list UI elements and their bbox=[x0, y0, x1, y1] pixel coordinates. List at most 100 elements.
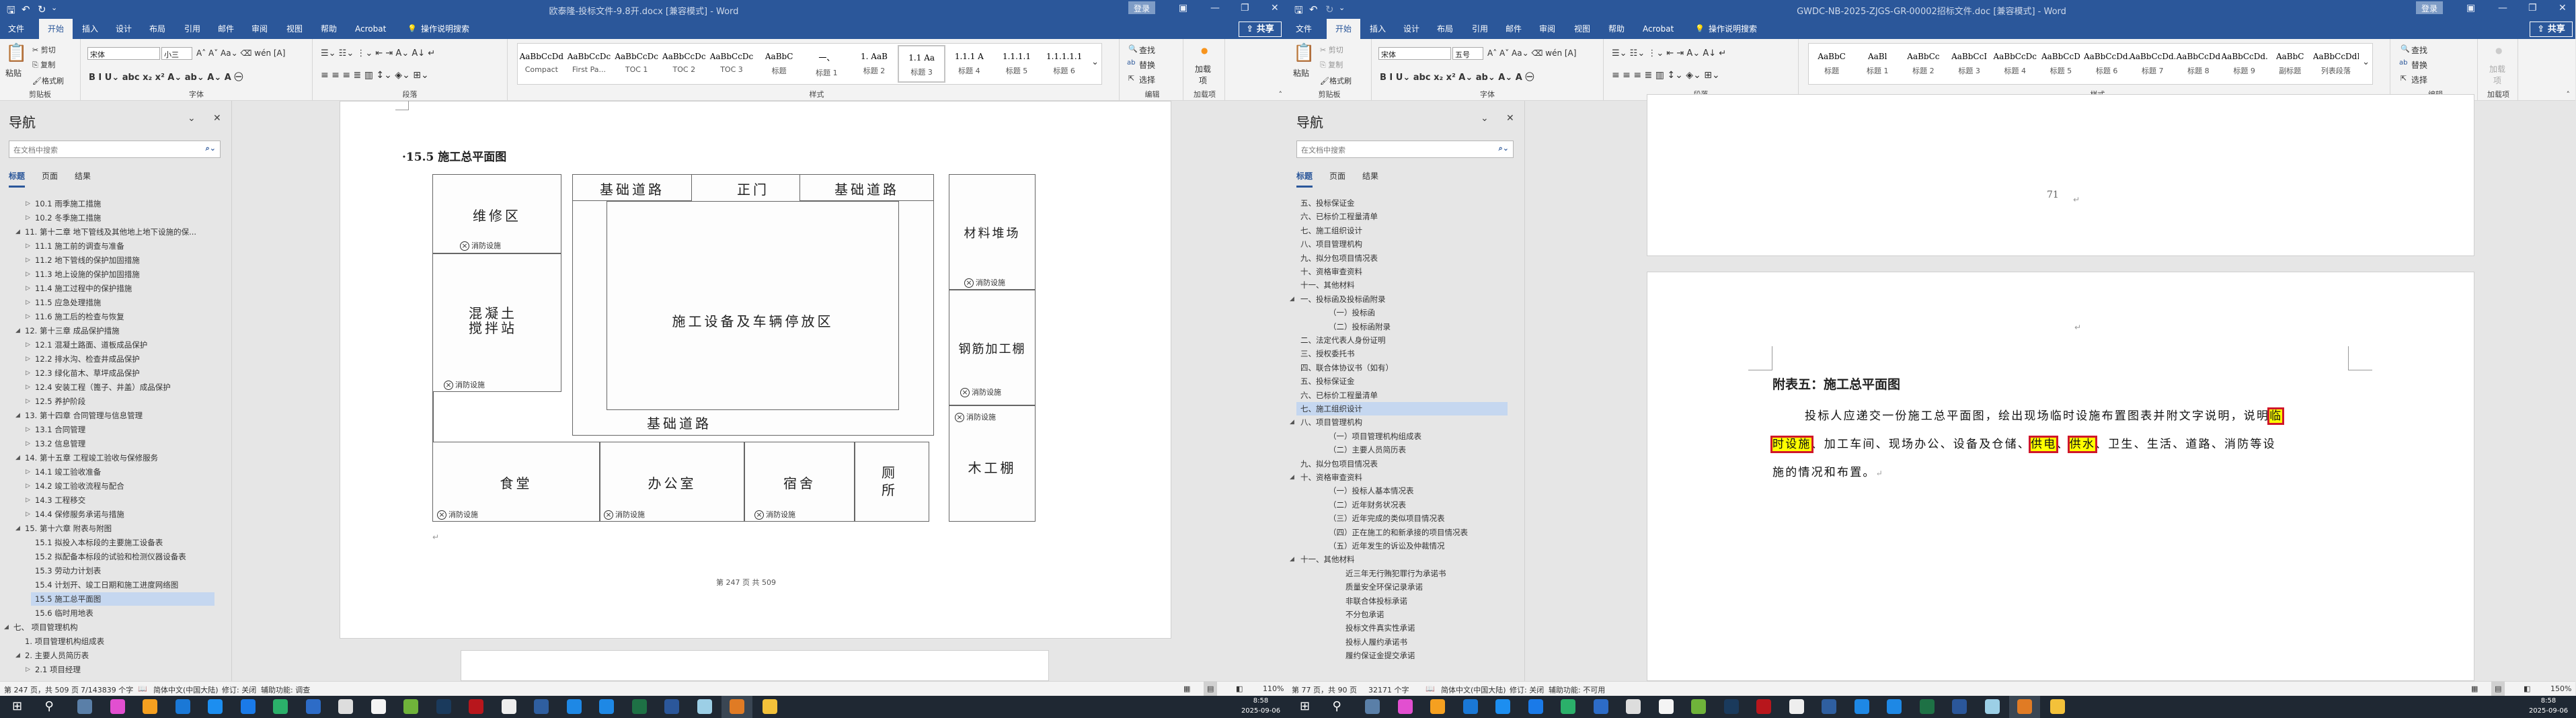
select-icon[interactable]: ⇱ bbox=[1128, 74, 1134, 83]
close-icon[interactable]: ✕ bbox=[1271, 3, 1279, 13]
style-3[interactable]: AaBbCcDc TOC 2 bbox=[660, 45, 708, 83]
collapse-ribbon-icon[interactable]: ˄ bbox=[1279, 90, 1283, 99]
nav-heading-item[interactable]: 15.1 拟投入本标段的主要施工设备表 bbox=[31, 536, 214, 549]
find-button[interactable]: 查找 bbox=[2411, 44, 2427, 56]
blank-doc-app-icon[interactable] bbox=[370, 699, 386, 714]
xmind-app-icon[interactable] bbox=[1822, 699, 1836, 714]
sign-in-button[interactable]: 登录 bbox=[1128, 1, 1156, 14]
collapsed-arrow-icon[interactable]: ▷ bbox=[26, 239, 30, 253]
nav-heading-item[interactable]: 十、资格审查资料 bbox=[1296, 471, 1508, 484]
collapsed-arrow-icon[interactable]: ▷ bbox=[26, 479, 30, 493]
nav-heading-item[interactable]: 不分包承诺 bbox=[1341, 608, 1508, 621]
addins-button[interactable]: 加载项 bbox=[2489, 63, 2506, 86]
styles-more-icon[interactable]: ⌄ bbox=[1091, 57, 1099, 67]
word-icon[interactable] bbox=[664, 699, 679, 714]
nav-tab-1[interactable]: 页面 bbox=[42, 170, 58, 182]
nav-heading-item[interactable]: 15.5 施工总平面图 bbox=[31, 592, 214, 606]
search-icon[interactable]: ⌕⌄ bbox=[1499, 144, 1509, 153]
collapsed-arrow-icon[interactable]: ▷ bbox=[26, 366, 30, 380]
collapsed-arrow-icon[interactable]: ▷ bbox=[26, 663, 30, 676]
nav-heading-item[interactable]: 14.3 工程移交 bbox=[31, 493, 214, 507]
nav-options-icon[interactable]: ⌄ bbox=[1481, 113, 1489, 124]
language[interactable]: 简体中文(中国大陆) bbox=[153, 684, 219, 695]
style-9[interactable]: AaBbCcDd. 标题 9 bbox=[2222, 45, 2267, 83]
tell-me-search[interactable]: 操作说明搜索 bbox=[1705, 19, 1761, 39]
share-button[interactable]: ⇪ 共享 bbox=[2530, 22, 2573, 37]
collapsed-arrow-icon[interactable]: ▷ bbox=[26, 197, 30, 210]
photoshop-icon[interactable] bbox=[436, 699, 451, 714]
expanded-arrow-icon[interactable]: ◢ bbox=[1290, 415, 1294, 429]
nav-tab-0[interactable]: 标题 bbox=[9, 170, 26, 188]
clock-date[interactable]: 2025-09-06 bbox=[2522, 707, 2575, 715]
tab-3[interactable]: 设计 bbox=[112, 19, 136, 39]
nav-heading-item[interactable]: （二）主要人员简历表 bbox=[1325, 443, 1508, 456]
font-name-select[interactable]: 宋体 bbox=[87, 47, 160, 60]
style-8[interactable]: AaBbCcDd 标题 8 bbox=[2175, 45, 2221, 83]
copy-button[interactable]: ⎘ 复制 bbox=[1320, 59, 1343, 70]
nav-heading-item[interactable]: 11.6 施工后的检查与恢复 bbox=[31, 310, 214, 323]
proofing-icon[interactable]: 📖 bbox=[1426, 684, 1435, 693]
nav-heading-item[interactable]: （四）正在施工的和新承接的项目情况表 bbox=[1325, 526, 1508, 539]
nav-tab-2[interactable]: 结果 bbox=[75, 170, 91, 182]
alignment-icons[interactable]: ≡ ≡ ≡ ≣ ▥ ↕⌄ ◈⌄ ⊞⌄ bbox=[321, 70, 429, 81]
style-6[interactable]: AaBbCcDd. 标题 6 bbox=[2084, 45, 2130, 83]
word-count[interactable]: 7/143839 个字 bbox=[81, 684, 133, 695]
tab-1[interactable]: 开始 bbox=[39, 19, 73, 39]
tab-3[interactable]: 设计 bbox=[1399, 19, 1423, 39]
tab-9[interactable]: 帮助 bbox=[1604, 19, 1629, 39]
clock-time[interactable]: 8:58 bbox=[2522, 697, 2575, 705]
word-icon[interactable] bbox=[1952, 699, 1967, 714]
nav-heading-item[interactable]: 12. 第十三章 成品保护措施 bbox=[21, 324, 214, 337]
start-icon[interactable]: ⊞ bbox=[1300, 699, 1315, 714]
web-layout-icon[interactable]: ◧ bbox=[2524, 684, 2530, 693]
style-1[interactable]: AaBl 标题 1 bbox=[1855, 45, 1900, 83]
nav-close-icon[interactable]: ✕ bbox=[213, 113, 221, 124]
clock-date[interactable]: 2025-09-06 bbox=[1234, 707, 1288, 715]
style-2[interactable]: AaBbCcDc TOC 1 bbox=[613, 45, 660, 83]
nav-heading-item[interactable]: 2.1 项目经理 bbox=[31, 663, 214, 676]
tab-7[interactable]: 审阅 bbox=[247, 19, 272, 39]
nav-heading-item[interactable]: （二）近年财务状况表 bbox=[1325, 498, 1508, 512]
find-icon[interactable]: 🔍 bbox=[1128, 44, 1138, 53]
clock-time[interactable]: 8:58 bbox=[1234, 697, 1288, 705]
nav-heading-item[interactable]: 12.3 绿化苗木、草坪成品保护 bbox=[31, 366, 214, 380]
nav-heading-item[interactable]: 14.2 竣工验收流程与配合 bbox=[31, 479, 214, 493]
nav-heading-item[interactable]: 八、项目管理机构 bbox=[1296, 415, 1508, 429]
nav-heading-item[interactable]: 质量安全环保记录承诺 bbox=[1341, 580, 1508, 594]
photoshop-icon[interactable] bbox=[1723, 699, 1739, 714]
search-icon[interactable]: ⚲ bbox=[1333, 699, 1348, 714]
addins-button[interactable]: 加载项 bbox=[1194, 63, 1212, 86]
nav-heading-item[interactable]: （一）投标函 bbox=[1325, 306, 1508, 319]
style-9[interactable]: 1.1.1 A 标题 4 bbox=[945, 45, 993, 83]
glass-app-icon[interactable] bbox=[1984, 699, 2000, 714]
style-5[interactable]: AaBbCcD 标题 5 bbox=[2038, 45, 2084, 83]
style-11[interactable]: AaBbCcDdE 列表段落 bbox=[2313, 45, 2359, 83]
file-explorer-icon[interactable] bbox=[2050, 699, 2065, 714]
tab-6[interactable]: 邮件 bbox=[214, 19, 238, 39]
collapsed-arrow-icon[interactable]: ▷ bbox=[26, 508, 30, 521]
spiral-app-icon[interactable] bbox=[273, 699, 288, 714]
font-format-icons[interactable]: B I U⌄ abc x₂ x² A⌄ ab⌄ A⌄ A ㊀ bbox=[1380, 70, 1534, 83]
nav-heading-item[interactable]: 15.4 计划开、竣工日期和施工进度网络图 bbox=[31, 578, 214, 592]
web-layout-icon[interactable]: ◧ bbox=[1236, 684, 1243, 693]
language[interactable]: 简体中文(中国大陆) bbox=[1441, 684, 1506, 695]
collapsed-arrow-icon[interactable]: ▷ bbox=[26, 395, 30, 408]
tab-5[interactable]: 引用 bbox=[180, 19, 204, 39]
replace-icon[interactable]: ab bbox=[1127, 59, 1135, 67]
collapsed-arrow-icon[interactable]: ▷ bbox=[26, 282, 30, 295]
read-mode-icon[interactable]: ▦ bbox=[1183, 684, 1190, 693]
nav-heading-item[interactable]: 九、拟分包项目情况表 bbox=[1296, 457, 1508, 471]
tab-6[interactable]: 邮件 bbox=[1501, 19, 1526, 39]
expanded-arrow-icon[interactable]: ◢ bbox=[15, 409, 20, 422]
notepad-app-icon[interactable] bbox=[338, 699, 353, 714]
blank-doc-app-icon[interactable] bbox=[1658, 699, 1674, 714]
edge-app-icon[interactable] bbox=[599, 699, 614, 714]
nav-heading-item[interactable]: 14.1 竣工验收准备 bbox=[31, 465, 214, 479]
nav-heading-item[interactable]: （三）近年完成的类似项目情况表 bbox=[1325, 512, 1508, 525]
nav-heading-item[interactable]: 八、项目管理机构 bbox=[1296, 237, 1508, 251]
nav-heading-item[interactable]: （一）投标人基本情况表 bbox=[1325, 484, 1508, 497]
find-button[interactable]: 查找 bbox=[1139, 44, 1155, 56]
collapsed-arrow-icon[interactable]: ▷ bbox=[26, 296, 30, 309]
nav-heading-item[interactable]: 11.2 地下管线的保护加固措施 bbox=[31, 253, 214, 267]
collapsed-arrow-icon[interactable]: ▷ bbox=[26, 381, 30, 394]
